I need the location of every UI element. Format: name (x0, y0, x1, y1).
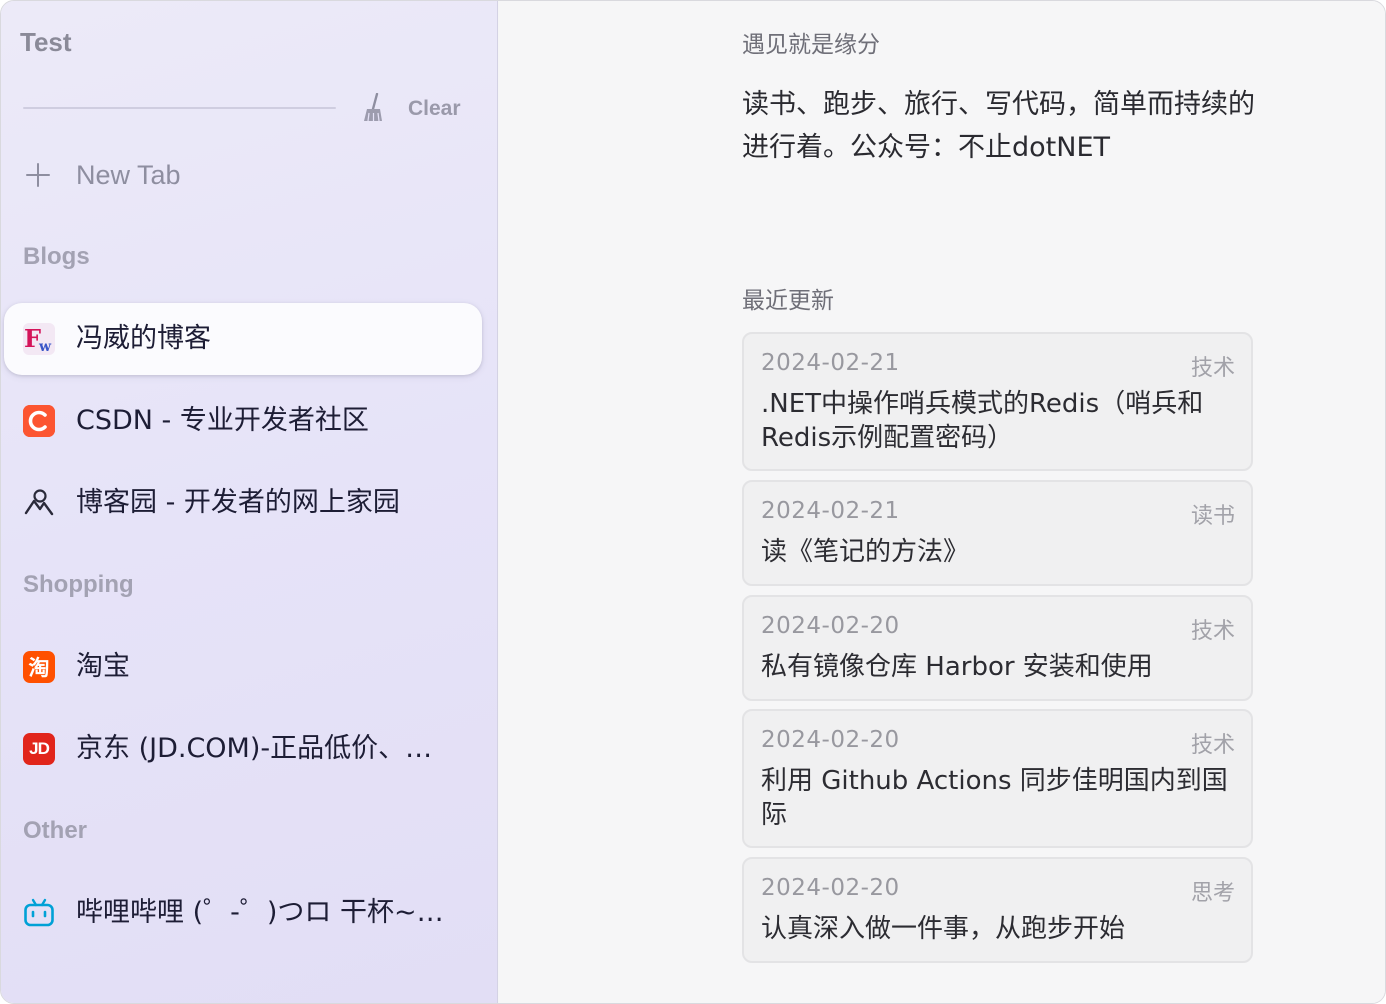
csdn-icon (23, 405, 55, 437)
broom-icon[interactable] (361, 93, 387, 123)
tab-title: CSDN - 专业开发者社区 (76, 405, 369, 436)
post-title[interactable]: 利用 Github Actions 同步佳明国内到国际 (761, 764, 1237, 832)
post-card[interactable]: 2024-02-20 技术 利用 Github Actions 同步佳明国内到国… (742, 709, 1253, 848)
post-date: 2024-02-21 (761, 498, 900, 524)
post-date: 2024-02-20 (761, 727, 900, 753)
tab-item-taobao[interactable]: 淘 淘宝 (4, 631, 482, 703)
tab-item-fw-blog[interactable]: F w 冯威的博客 (4, 303, 482, 375)
post-title[interactable]: 认真深入做一件事，从跑步开始 (761, 912, 1237, 946)
post-tag[interactable]: 读书 (1191, 498, 1235, 530)
clear-row: Clear (23, 91, 463, 127)
cnblogs-icon (23, 487, 55, 519)
post-date: 2024-02-20 (761, 613, 900, 639)
post-card[interactable]: 2024-02-20 思考 认真深入做一件事，从跑步开始 (742, 857, 1253, 963)
main-content: 遇见就是缘分 读书、跑步、旅行、写代码，简单而持续的进行着。公众号：不止dotN… (499, 1, 1385, 1003)
jd-icon: JD (23, 733, 55, 765)
tab-title: 京东 (JD.COM)-正品低价、… (76, 733, 433, 764)
sidebar: Test Clear New Tab Blogs F w 冯威的博客 CSDN … (1, 1, 498, 1003)
new-tab-label: New Tab (76, 160, 181, 190)
post-title[interactable]: .NET中操作哨兵模式的Redis（哨兵和Redis示例配置密码） (761, 387, 1237, 455)
section-header-other[interactable]: Other (23, 817, 87, 845)
plus-icon (25, 162, 51, 188)
post-tag[interactable]: 技术 (1191, 727, 1235, 759)
tab-title: 哔哩哔哩 (゜-゜)つロ 干杯~… (76, 897, 444, 928)
bio-text: 读书、跑步、旅行、写代码，简单而持续的进行着。公众号：不止dotNET (742, 89, 1255, 163)
post-card[interactable]: 2024-02-21 读书 读《笔记的方法》 (742, 480, 1253, 586)
svg-text:w: w (38, 339, 52, 355)
clear-button[interactable]: Clear (408, 97, 461, 121)
tab-title: 冯威的博客 (76, 323, 211, 354)
tab-item-bilibili[interactable]: 哔哩哔哩 (゜-゜)つロ 干杯~… (4, 877, 482, 949)
bilibili-icon (23, 897, 55, 929)
post-card[interactable]: 2024-02-21 技术 .NET中操作哨兵模式的Redis（哨兵和Redis… (742, 332, 1253, 471)
section-header-shopping[interactable]: Shopping (23, 571, 134, 599)
post-date: 2024-02-21 (761, 350, 900, 376)
post-tag[interactable]: 技术 (1191, 613, 1235, 645)
browser-window: Test Clear New Tab Blogs F w 冯威的博客 CSDN … (0, 0, 1386, 1004)
recent-updates-title: 最近更新 (742, 288, 834, 314)
taobao-icon: 淘 (23, 651, 55, 683)
post-tag[interactable]: 技术 (1191, 350, 1235, 382)
greeting-text: 遇见就是缘分 (742, 32, 880, 58)
tab-item-cnblogs[interactable]: 博客园 - 开发者的网上家园 (4, 467, 482, 539)
tab-title: 淘宝 (76, 651, 130, 682)
post-card[interactable]: 2024-02-20 技术 私有镜像仓库 Harbor 安装和使用 (742, 595, 1253, 701)
post-title[interactable]: 读《笔记的方法》 (761, 535, 1237, 569)
sidebar-divider (23, 107, 336, 109)
tab-item-jd[interactable]: JD 京东 (JD.COM)-正品低价、… (4, 713, 482, 785)
tab-title: 博客园 - 开发者的网上家园 (76, 487, 400, 518)
section-header-blogs[interactable]: Blogs (23, 243, 90, 271)
post-tag[interactable]: 思考 (1191, 875, 1235, 907)
post-date: 2024-02-20 (761, 875, 900, 901)
post-title[interactable]: 私有镜像仓库 Harbor 安装和使用 (761, 650, 1237, 684)
space-title: Test (20, 27, 72, 57)
fw-icon: F w (23, 323, 55, 355)
tab-item-csdn[interactable]: CSDN - 专业开发者社区 (4, 385, 482, 457)
new-tab-button[interactable]: New Tab (23, 153, 463, 199)
